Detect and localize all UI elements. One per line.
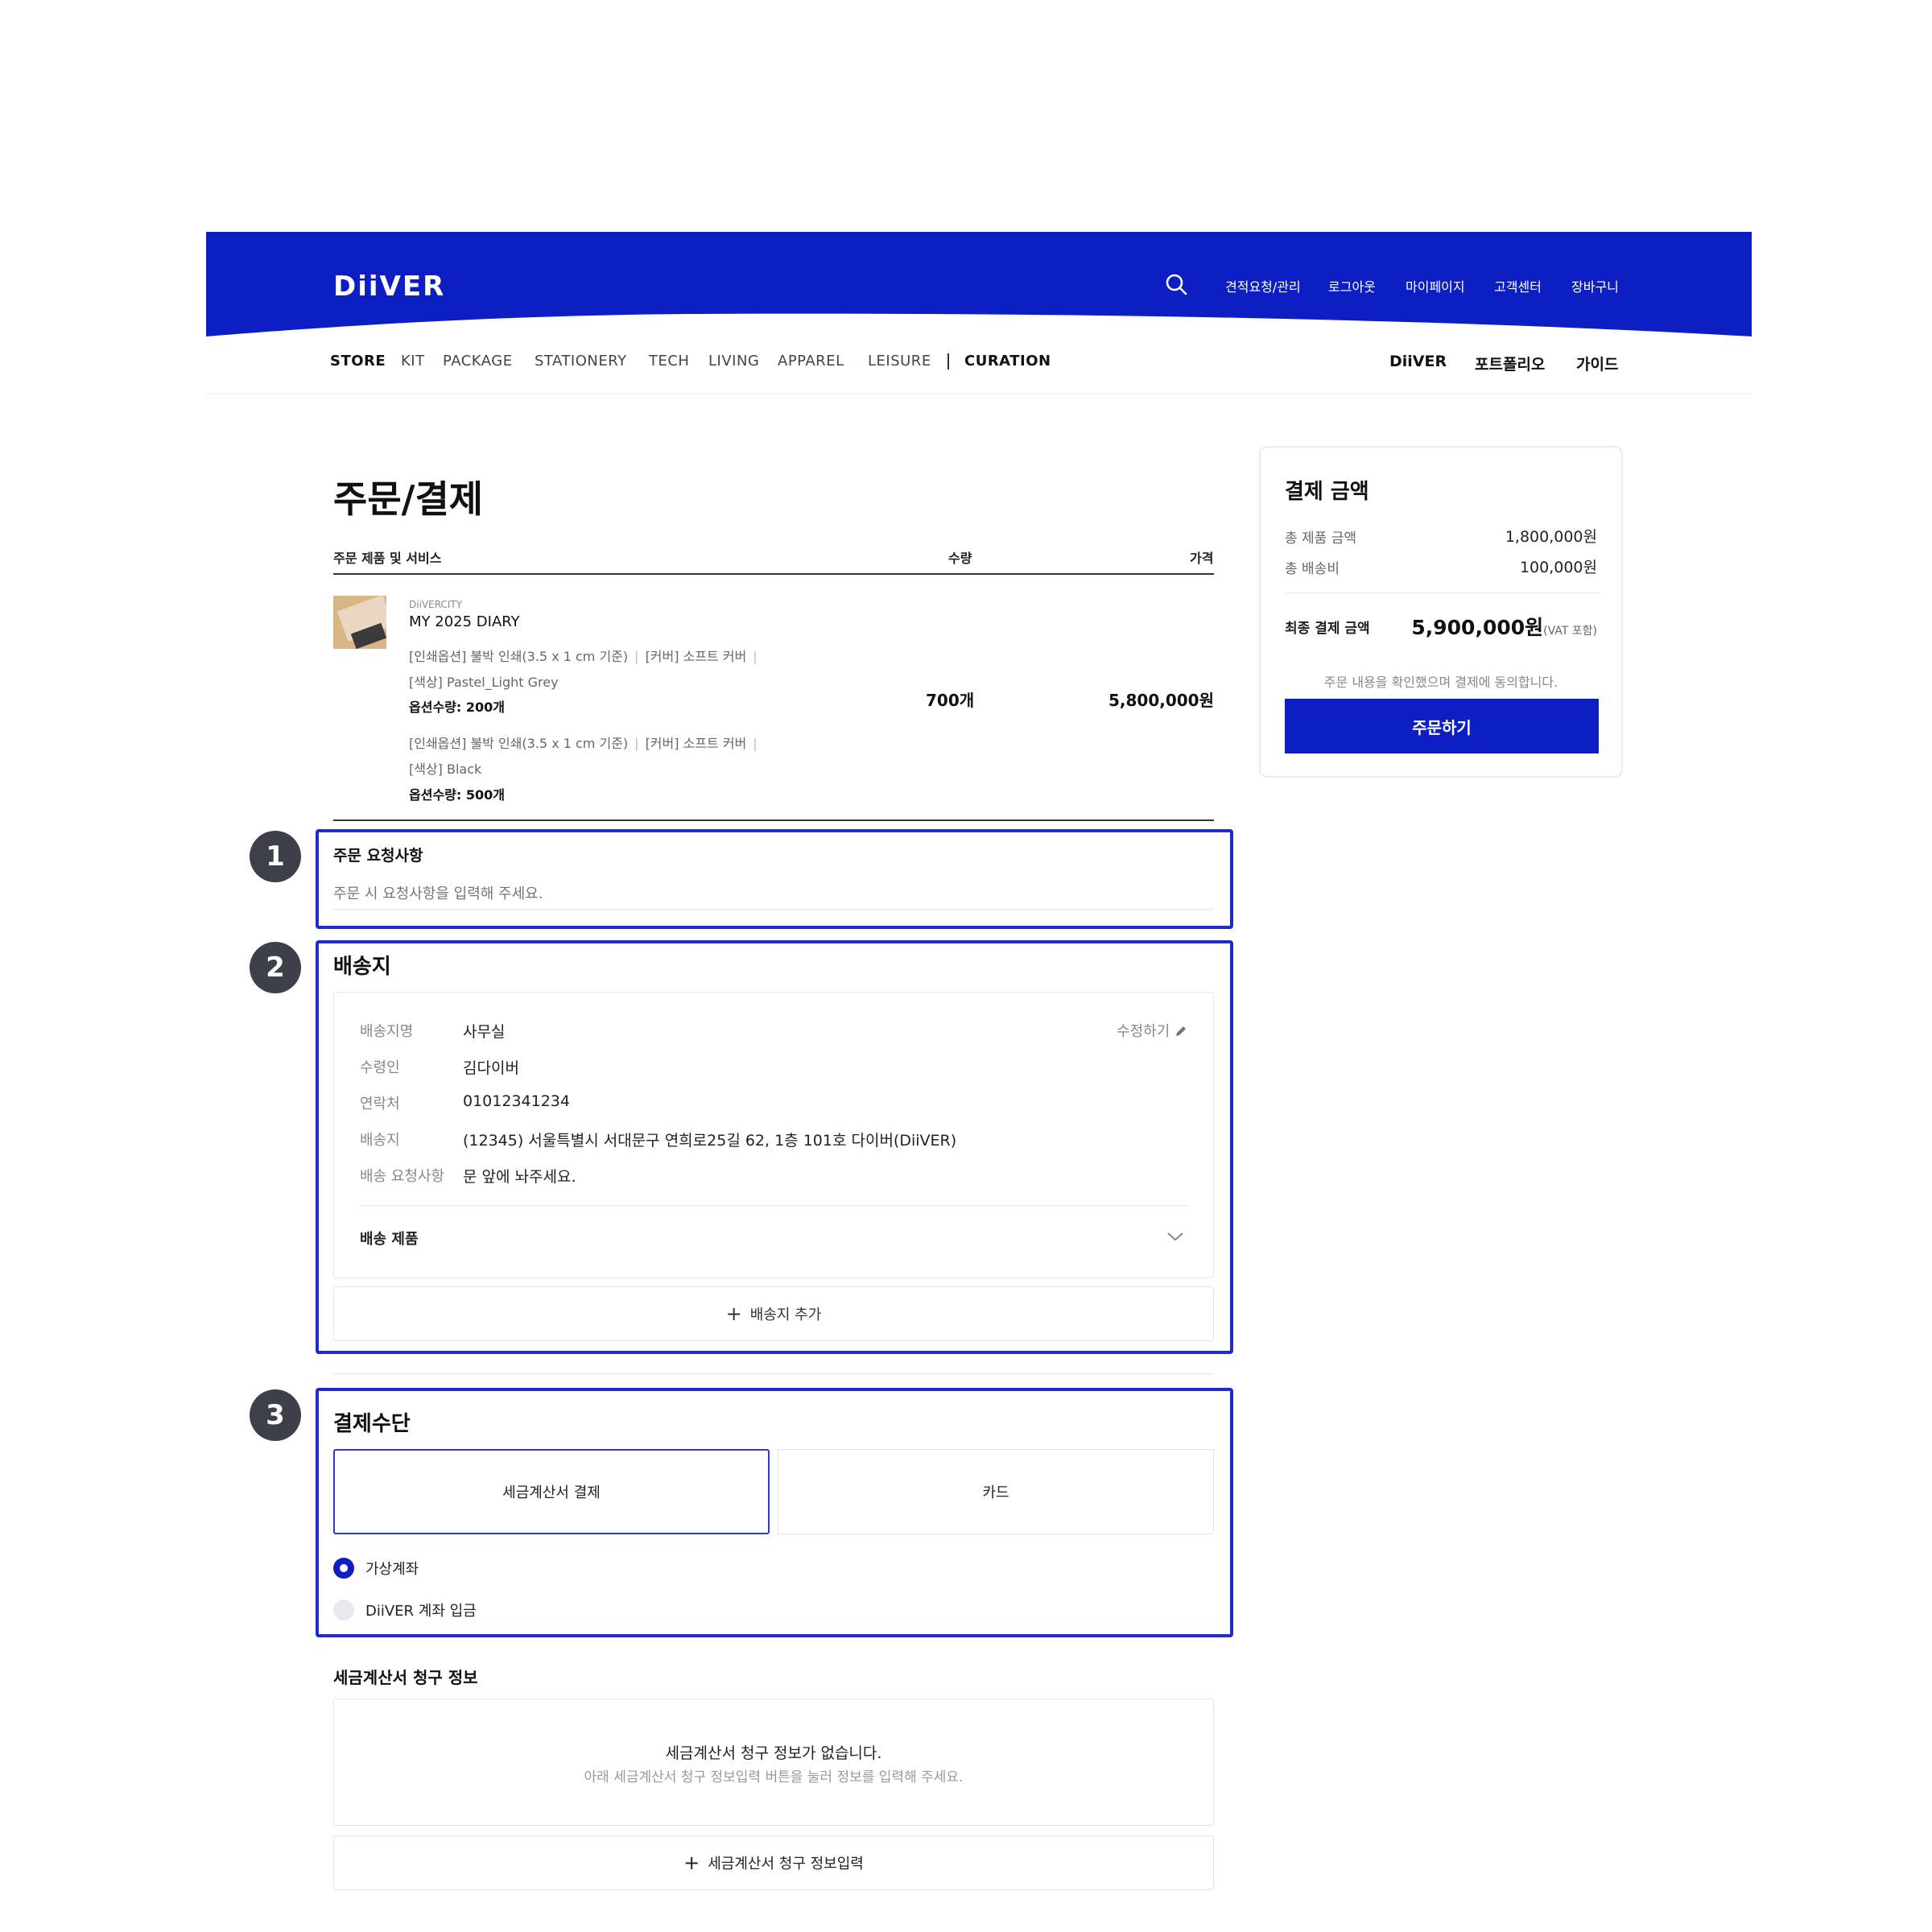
ship-value-phone: 01012341234 bbox=[463, 1092, 570, 1110]
plus-icon: + bbox=[683, 1852, 700, 1874]
add-shipping-label: 배송지 추가 bbox=[749, 1307, 822, 1323]
option-2-cover: [커버] 소프트 커버 bbox=[645, 736, 747, 751]
col-header-product: 주문 제품 및 서비스 bbox=[333, 551, 442, 566]
product-quantity: 700개 bbox=[926, 691, 975, 710]
product-total-value: 1,800,000원 bbox=[1505, 528, 1597, 546]
product-total-label: 총 제품 금액 bbox=[1285, 530, 1357, 547]
radio-virtual-account[interactable]: 가상계좌 bbox=[333, 1557, 419, 1579]
radio-diiver-transfer-label: DiiVER 계좌 입금 bbox=[365, 1603, 477, 1620]
tax-invoice-empty-text: 세금계산서 청구 정보가 없습니다. bbox=[665, 1744, 882, 1762]
category-nav: STORE KIT PACKAGE STATIONERY TECH LIVING… bbox=[206, 353, 1752, 394]
nav-divider bbox=[947, 353, 949, 369]
cart-link[interactable]: 장바구니 bbox=[1571, 276, 1619, 295]
product-name[interactable]: MY 2025 DIARY bbox=[409, 613, 520, 630]
final-amount-label: 최종 결제 금액 bbox=[1285, 621, 1370, 637]
option-2-line: [인쇄옵션] 불박 인쇄(3.5 x 1 cm 기준) | [커버] 소프트 커버 | bbox=[409, 736, 758, 751]
items-divider bbox=[333, 819, 1214, 821]
final-amount-value: 5,900,000원 bbox=[1411, 616, 1544, 639]
nav-diiver[interactable]: DiiVER bbox=[1389, 353, 1447, 370]
order-request-title: 주문 요청사항 bbox=[333, 847, 423, 865]
ship-label-name: 배송지명 bbox=[360, 1023, 414, 1040]
ship-label-address: 배송지 bbox=[360, 1132, 400, 1149]
summary-title: 결제 금액 bbox=[1285, 480, 1369, 504]
payment-title: 결제수단 bbox=[333, 1412, 411, 1436]
shipping-fee-label: 총 배송비 bbox=[1285, 561, 1340, 577]
add-tax-invoice-label: 세금계산서 청구 정보입력 bbox=[708, 1856, 864, 1872]
radio-virtual-account-label: 가상계좌 bbox=[365, 1561, 419, 1578]
tab-card-payment[interactable]: 카드 bbox=[778, 1449, 1214, 1534]
nav-leisure[interactable]: LEISURE bbox=[868, 353, 931, 374]
nav-guide[interactable]: 가이드 bbox=[1576, 353, 1618, 374]
ship-label-recipient: 수령인 bbox=[360, 1059, 400, 1076]
ship-value-request: 문 앞에 놔주세요. bbox=[463, 1168, 576, 1186]
col-header-qty: 수량 bbox=[948, 551, 972, 566]
tax-invoice-card: 세금계산서 청구 정보가 없습니다. 아래 세금계산서 청구 정보입력 버튼을 … bbox=[333, 1699, 1214, 1826]
option-2-color: [색상] Black bbox=[409, 762, 482, 777]
order-request-input[interactable] bbox=[333, 879, 1214, 910]
option-1-color: [색상] Pastel_Light Grey bbox=[409, 675, 559, 690]
place-order-button[interactable]: 주문하기 bbox=[1285, 699, 1599, 753]
option-1-print: [인쇄옵션] 불박 인쇄(3.5 x 1 cm 기준) bbox=[409, 649, 629, 664]
add-shipping-button[interactable]: + 배송지 추가 bbox=[333, 1286, 1214, 1341]
nav-living[interactable]: LIVING bbox=[708, 353, 759, 374]
option-2-print: [인쇄옵션] 불박 인쇄(3.5 x 1 cm 기준) bbox=[409, 736, 629, 751]
quote-request-link[interactable]: 견적요청/관리 bbox=[1225, 276, 1301, 295]
search-icon[interactable] bbox=[1164, 272, 1188, 296]
ship-label-phone: 연락처 bbox=[360, 1096, 400, 1113]
radio-unselected-icon bbox=[333, 1600, 354, 1620]
agreement-text: 주문 내용을 확인했으며 결제에 동의합니다. bbox=[1323, 675, 1558, 690]
tax-invoice-hint: 아래 세금계산서 청구 정보입력 버튼을 눌러 정보를 입력해 주세요. bbox=[584, 1769, 964, 1785]
logout-link[interactable]: 로그아웃 bbox=[1328, 276, 1376, 295]
section-divider bbox=[333, 1373, 1214, 1374]
final-amount: 5,900,000원(VAT 포함) bbox=[1411, 612, 1597, 641]
logo[interactable]: DiiVER bbox=[333, 270, 445, 303]
edit-address-label: 수정하기 bbox=[1117, 1023, 1170, 1040]
shipping-fee-value: 100,000원 bbox=[1519, 559, 1597, 576]
shipping-address-card: 배송지명 사무실 수령인 김다이버 연락처 01012341234 배송지 (1… bbox=[333, 992, 1214, 1278]
pencil-icon bbox=[1176, 1026, 1186, 1036]
nav-package[interactable]: PACKAGE bbox=[443, 353, 513, 374]
mypage-link[interactable]: 마이페이지 bbox=[1406, 276, 1465, 295]
ship-value-name: 사무실 bbox=[463, 1023, 506, 1041]
tab-tax-invoice-payment[interactable]: 세금계산서 결제 bbox=[333, 1449, 770, 1534]
summary-divider bbox=[1285, 592, 1599, 593]
edit-address-button[interactable]: 수정하기 bbox=[1117, 1020, 1187, 1041]
vat-note: (VAT 포함) bbox=[1543, 625, 1597, 638]
chevron-down-icon[interactable] bbox=[1166, 1231, 1184, 1242]
option-2-qty: 옵션수량: 500개 bbox=[409, 787, 505, 803]
add-tax-invoice-button[interactable]: + 세금계산서 청구 정보입력 bbox=[333, 1835, 1214, 1890]
ship-value-address: (12345) 서울특별시 서대문구 연희로25길 62, 1층 101호 다이… bbox=[463, 1132, 957, 1150]
ship-value-recipient: 김다이버 bbox=[463, 1059, 519, 1077]
option-1-cover: [커버] 소프트 커버 bbox=[645, 649, 747, 664]
tax-invoice-title: 세금계산서 청구 정보 bbox=[333, 1668, 478, 1687]
product-thumbnail bbox=[333, 596, 386, 649]
table-header-divider bbox=[333, 573, 1214, 575]
product-brand: DiiVERCITY bbox=[409, 599, 463, 610]
product-price: 5,800,000원 bbox=[1108, 691, 1214, 710]
nav-kit[interactable]: KIT bbox=[401, 353, 425, 374]
customer-center-link[interactable]: 고객센터 bbox=[1494, 276, 1542, 295]
shipping-title: 배송지 bbox=[333, 955, 391, 979]
nav-portfolio[interactable]: 포트폴리오 bbox=[1475, 353, 1545, 374]
option-1-qty: 옵션수량: 200개 bbox=[409, 700, 505, 715]
annotation-badge-1: 1 bbox=[250, 831, 301, 882]
radio-diiver-transfer[interactable]: DiiVER 계좌 입금 bbox=[333, 1599, 477, 1621]
annotation-badge-2: 2 bbox=[250, 942, 301, 993]
site-header: DiiVER 견적요청/관리 로그아웃 마이페이지 고객센터 장바구니 bbox=[206, 232, 1752, 338]
page-title: 주문/결제 bbox=[333, 477, 484, 521]
shipping-card-divider bbox=[360, 1205, 1189, 1206]
plus-icon: + bbox=[725, 1302, 742, 1325]
ship-label-request: 배송 요청사항 bbox=[360, 1168, 445, 1185]
payment-summary-panel: 결제 금액 총 제품 금액 1,800,000원 총 배송비 100,000원 … bbox=[1259, 446, 1623, 778]
nav-store[interactable]: STORE bbox=[330, 353, 386, 374]
nav-tech[interactable]: TECH bbox=[649, 353, 689, 374]
annotation-badge-3: 3 bbox=[250, 1389, 301, 1441]
col-header-price: 가격 bbox=[1190, 551, 1214, 566]
nav-stationery[interactable]: STATIONERY bbox=[535, 353, 627, 374]
shipping-products-label[interactable]: 배송 제품 bbox=[360, 1228, 419, 1249]
radio-selected-icon bbox=[333, 1558, 354, 1579]
nav-apparel[interactable]: APPAREL bbox=[778, 353, 844, 374]
option-1-line: [인쇄옵션] 불박 인쇄(3.5 x 1 cm 기준) | [커버] 소프트 커버 | bbox=[409, 649, 758, 664]
nav-curation[interactable]: CURATION bbox=[964, 353, 1051, 374]
